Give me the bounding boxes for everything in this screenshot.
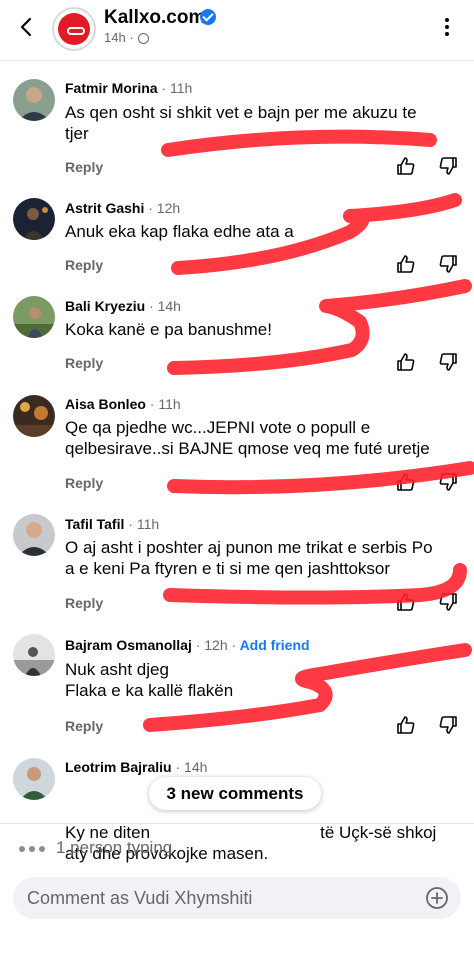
reply-button[interactable]: Reply: [65, 355, 103, 371]
comment-author[interactable]: Fatmir Morina · 11h: [65, 80, 192, 96]
typing-indicator: 1 person typing: [56, 838, 173, 857]
comment-input[interactable]: Comment as Vudi Xhymshiti: [27, 888, 252, 909]
reply-button[interactable]: Reply: [65, 718, 103, 734]
comment-text: Koka kanë e pa banushme!: [65, 320, 272, 339]
verified-badge-icon: [200, 9, 216, 25]
avatar[interactable]: [13, 395, 55, 437]
post-header: Kallxo.com 14h ·: [0, 0, 474, 61]
comment-time: · 11h: [128, 516, 160, 532]
comment-time: · 11h: [161, 80, 193, 96]
typing-dots-icon: [19, 846, 45, 852]
divider: [0, 823, 474, 824]
add-attachment-icon[interactable]: [425, 886, 449, 910]
avatar[interactable]: [13, 296, 55, 338]
post-time: 14h ·: [104, 30, 149, 45]
avatar[interactable]: [13, 514, 55, 556]
comment-text: Nuk asht djeg Flaka e ka kallë flakën: [65, 660, 234, 700]
comment-time: · 12h ·: [195, 637, 237, 653]
thumbs-down-icon[interactable]: [438, 592, 458, 612]
page-name[interactable]: Kallxo.com: [104, 7, 205, 29]
comment-author[interactable]: Astrit Gashi · 12h: [65, 200, 180, 216]
more-options-icon[interactable]: [436, 16, 458, 38]
thumbs-down-icon[interactable]: [438, 156, 458, 176]
avatar[interactable]: [13, 634, 55, 676]
comment-author[interactable]: Tafil Tafil · 11h: [65, 516, 159, 532]
add-friend-link[interactable]: Add friend: [240, 637, 310, 653]
avatar[interactable]: [13, 758, 55, 800]
new-comments-button[interactable]: 3 new comments: [149, 777, 321, 810]
back-arrow-icon[interactable]: [16, 16, 38, 38]
reply-button[interactable]: Reply: [65, 475, 103, 491]
globe-icon: [137, 33, 149, 44]
comment-text: O aj asht i poshter aj punon me trikat e…: [65, 538, 433, 578]
kallxo-logo-icon: [58, 13, 90, 45]
thumbs-down-icon[interactable]: [438, 352, 458, 372]
comment-author[interactable]: Leotrim Bajraliu · 14h: [65, 759, 207, 775]
comment-author[interactable]: Aisa Bonleo · 11h: [65, 396, 181, 412]
page-avatar[interactable]: [52, 7, 96, 51]
comment-time: · 11h: [149, 396, 181, 412]
avatar[interactable]: [13, 198, 55, 240]
thumbs-down-icon[interactable]: [438, 254, 458, 274]
comment-time: · 14h: [175, 759, 208, 775]
thumbs-up-icon[interactable]: [396, 156, 416, 176]
thumbs-down-icon[interactable]: [438, 472, 458, 492]
comment-text: Qe qa pjedhe wc...JEPNI vote o popull eq…: [65, 418, 430, 458]
reply-button[interactable]: Reply: [65, 595, 103, 611]
thumbs-up-icon[interactable]: [396, 592, 416, 612]
comment-text: Anuk eka kap flaka edhe ata a: [65, 222, 294, 241]
reply-button[interactable]: Reply: [65, 159, 103, 175]
thumbs-up-icon[interactable]: [396, 472, 416, 492]
comment-text: As qen osht si shkit vet e bajn per me a…: [65, 103, 417, 143]
comment-composer[interactable]: Comment as Vudi Xhymshiti: [13, 877, 461, 919]
thumbs-up-icon[interactable]: [396, 254, 416, 274]
comment-time: · 12h: [148, 200, 181, 216]
avatar[interactable]: [13, 79, 55, 121]
thumbs-up-icon[interactable]: [396, 715, 416, 735]
comment-time: · 14h: [149, 298, 181, 314]
comment-author[interactable]: Bali Kryeziu · 14h: [65, 298, 181, 314]
comment-author[interactable]: Bajram Osmanollaj · 12h · Add friend: [65, 637, 310, 653]
thumbs-up-icon[interactable]: [396, 352, 416, 372]
thumbs-down-icon[interactable]: [438, 715, 458, 735]
reply-button[interactable]: Reply: [65, 257, 103, 273]
